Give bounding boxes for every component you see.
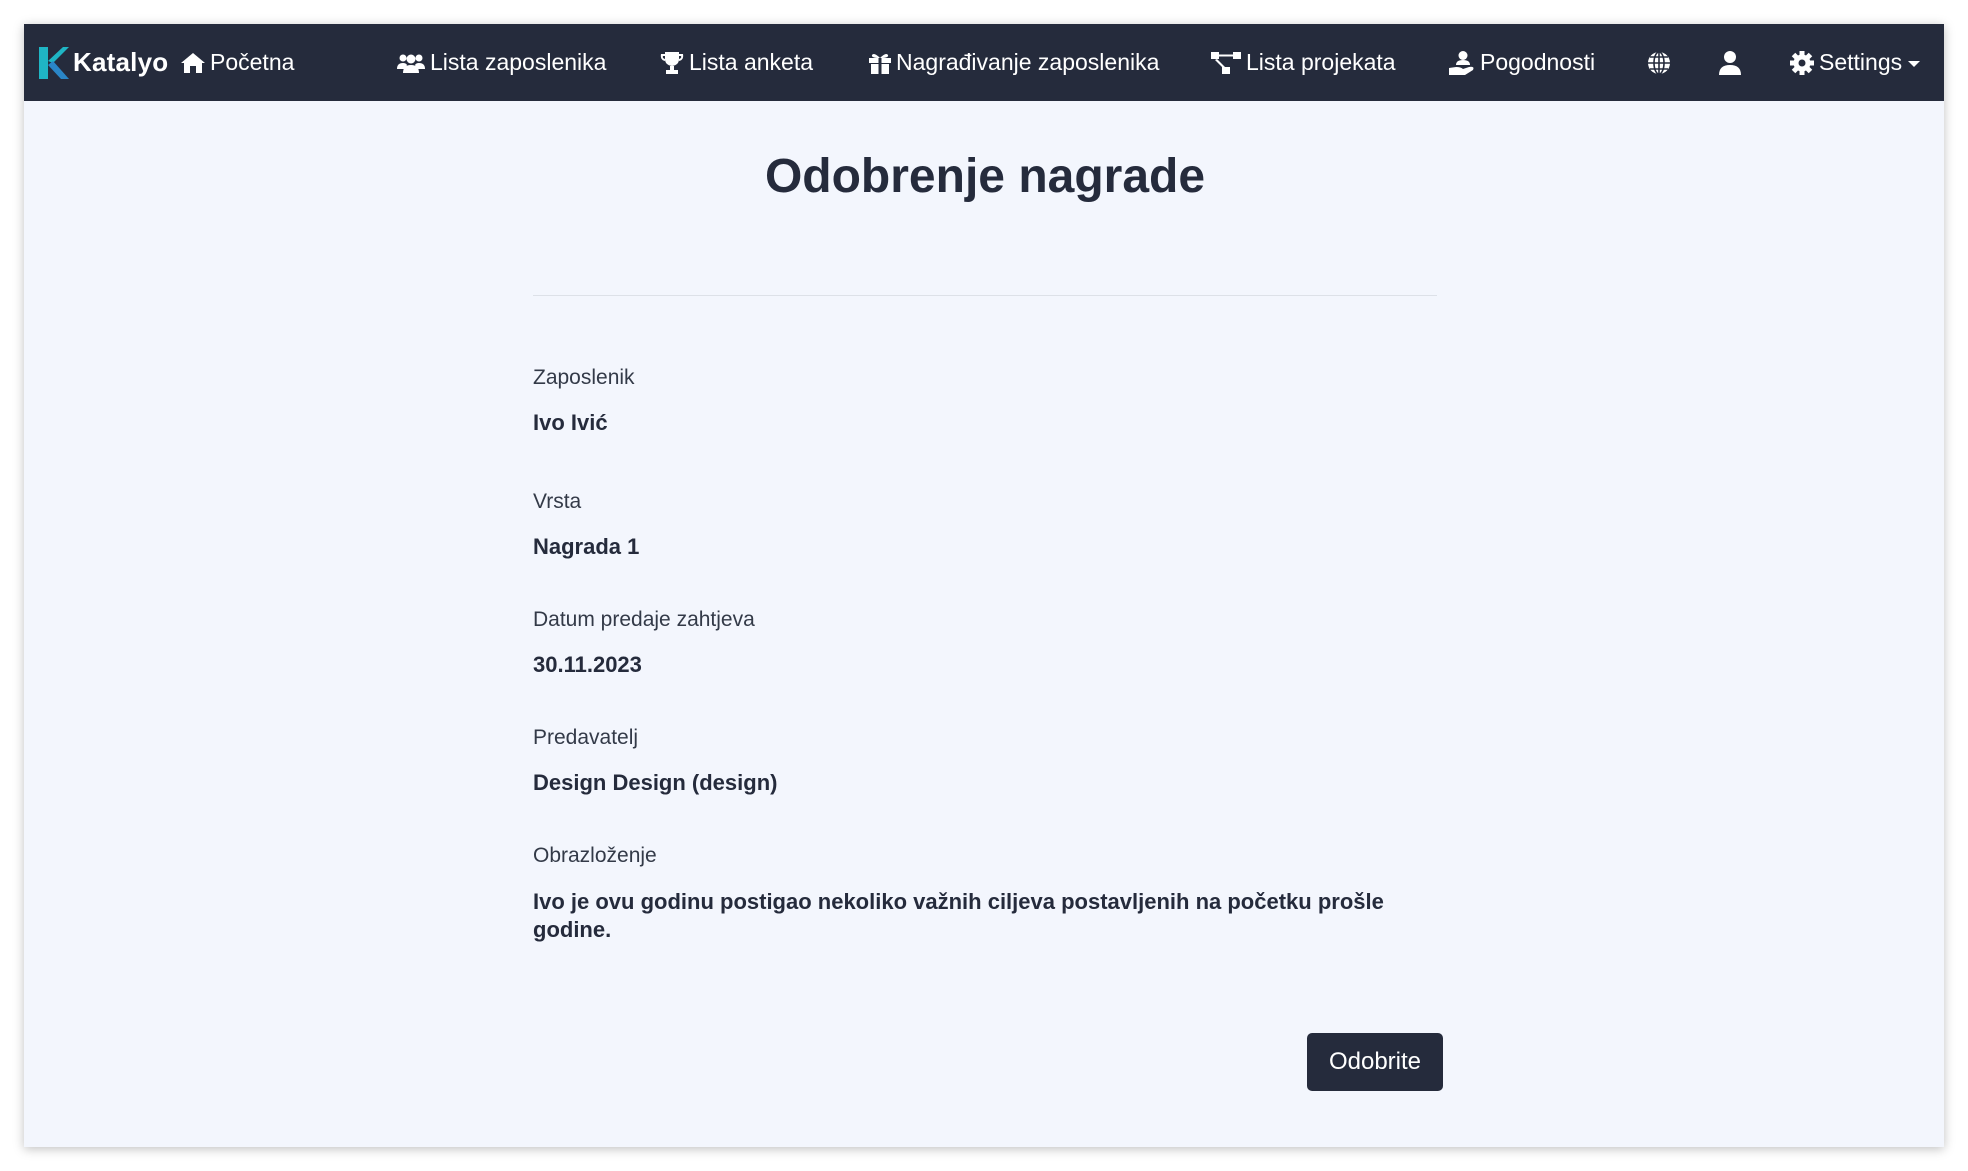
nav-item-label: Lista zaposlenika xyxy=(430,49,607,75)
trophy-icon xyxy=(660,51,684,74)
users-icon xyxy=(397,54,425,73)
app-window: Katalyo Početna Lista zaposlenika Lista … xyxy=(24,24,1944,1147)
approve-button[interactable]: Odobrite xyxy=(1307,1033,1443,1091)
field-value-type: Nagrada 1 xyxy=(533,534,640,559)
field-label-employee: Zaposlenik xyxy=(533,366,635,389)
home-icon xyxy=(181,52,205,73)
nav-item-nagradjivanje-zaposlenika[interactable]: Nagrađivanje zaposlenika xyxy=(869,24,1159,101)
nav-item-label: Početna xyxy=(210,49,295,75)
field-value-submission-date: 30.11.2023 xyxy=(533,652,642,677)
globe-icon xyxy=(1648,50,1670,75)
nav-item-lista-anketa[interactable]: Lista anketa xyxy=(660,24,813,101)
field-value-submitter: Design Design (design) xyxy=(533,770,778,795)
brand-logo[interactable]: Katalyo xyxy=(39,24,168,101)
page-title: Odobrenje nagrade xyxy=(764,150,1206,203)
user-icon xyxy=(1719,50,1741,75)
katalyo-logo-icon xyxy=(39,46,69,79)
nav-item-label: Pogodnosti xyxy=(1480,49,1596,75)
top-navbar: Katalyo Početna Lista zaposlenika Lista … xyxy=(24,24,1944,101)
field-label-justification: Obrazloženje xyxy=(533,844,657,867)
nav-item-lista-zaposlenika[interactable]: Lista zaposlenika xyxy=(397,24,606,101)
field-label-submission-date: Datum predaje zahtjeva xyxy=(533,608,755,631)
field-value-justification: Ivo je ovu godinu postigao nekoliko važn… xyxy=(533,889,1384,942)
settings-dropdown[interactable]: Settings xyxy=(1790,24,1921,101)
sitemap-icon xyxy=(1211,51,1241,74)
nav-item-label: Nagrađivanje zaposlenika xyxy=(896,49,1160,75)
nav-item-label: Lista anketa xyxy=(689,49,814,75)
brand-name: Katalyo xyxy=(73,47,169,77)
field-label-type: Vrsta xyxy=(533,490,582,513)
caret-down-icon xyxy=(1908,60,1921,67)
language-button[interactable] xyxy=(1647,24,1676,101)
gift-icon xyxy=(869,53,891,74)
divider xyxy=(533,295,1437,296)
settings-label: Settings xyxy=(1819,49,1903,75)
nav-item-label: Lista projekata xyxy=(1246,49,1396,75)
field-label-submitter: Predavatelj xyxy=(533,726,639,749)
field-value-employee: Ivo Ivić xyxy=(533,410,608,435)
gear-icon xyxy=(1790,50,1814,75)
hand-holding-user-icon xyxy=(1449,50,1474,75)
nav-item-pocetna[interactable]: Početna xyxy=(181,24,294,101)
user-menu-button[interactable] xyxy=(1719,24,1746,101)
nav-item-pogodnosti[interactable]: Pogodnosti xyxy=(1449,24,1595,101)
nav-item-lista-projekata[interactable]: Lista projekata xyxy=(1211,24,1396,101)
